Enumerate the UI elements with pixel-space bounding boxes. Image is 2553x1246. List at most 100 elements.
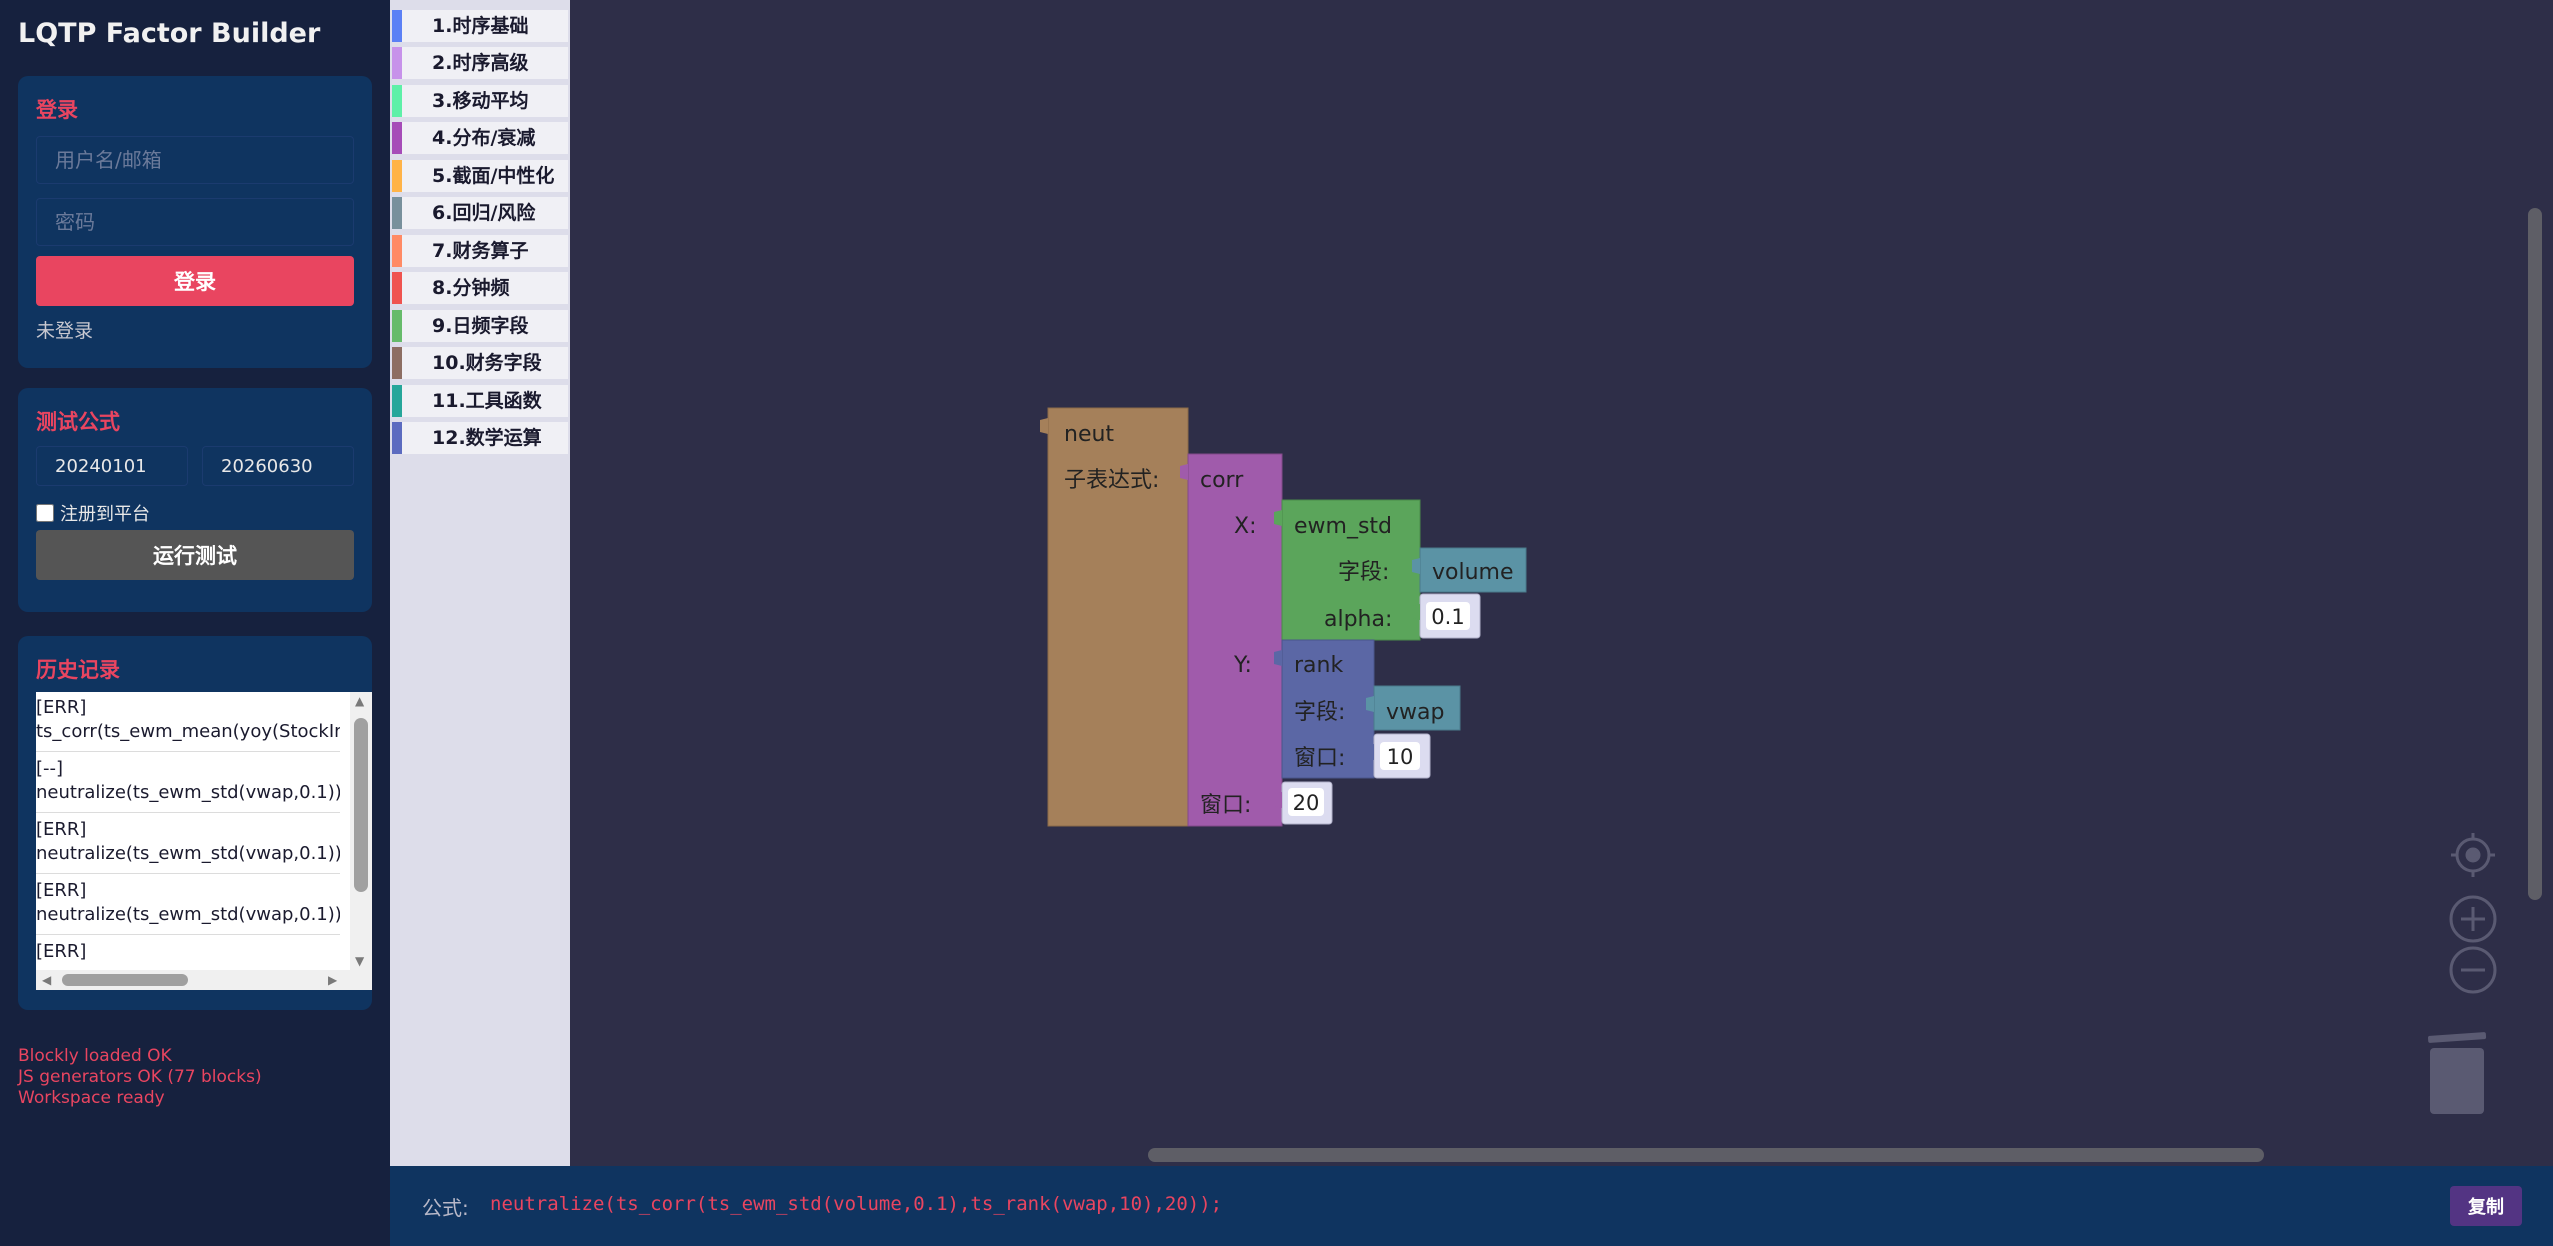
category-label: 12.数学运算 <box>432 427 542 449</box>
toolbox-category[interactable]: 2.时序高级 <box>392 47 568 79</box>
history-formula: ts_corr(ts_ewm_mean(yoy(StockIncomeState… <box>36 721 340 742</box>
neut-block[interactable]: neut 子表达式: <box>1040 407 1189 827</box>
ewm-std-alpha-label: alpha: <box>1324 607 1392 632</box>
history-item[interactable]: [ERR] neutralize(ts_ewm_std(vwap,0.1)); <box>36 875 340 935</box>
start-date-input[interactable] <box>36 446 188 486</box>
scroll-up-icon[interactable]: ▲ <box>355 694 364 708</box>
history-panel: 历史记录 [ERR] ts_corr(ts_ewm_mean(yoy(Stock… <box>18 636 372 1010</box>
app-title: LQTP Factor Builder <box>18 18 321 49</box>
history-item[interactable]: [ERR] ts_corr(ts_ewm_mean(yoy(StockIncom… <box>36 692 340 752</box>
category-label: 4.分布/衰减 <box>432 127 536 149</box>
test-panel: 测试公式 注册到平台 运行测试 <box>18 388 372 612</box>
end-date-input[interactable] <box>202 446 354 486</box>
trash-icon[interactable] <box>2427 1032 2487 1114</box>
scroll-left-icon[interactable]: ◀ <box>42 973 51 987</box>
history-horizontal-scrollbar[interactable]: ◀ ▶ <box>36 970 372 990</box>
history-formula: neutralize(ts_ewm_std(vwap,0.1)); <box>36 904 340 925</box>
history-title: 历史记录 <box>36 658 120 682</box>
ewm-std-alpha-value: 0.1 <box>1431 605 1464 629</box>
formula-output: neutralize(ts_corr(ts_ewm_std(volume,0.1… <box>490 1193 1223 1215</box>
toolbox-category[interactable]: 7.财务算子 <box>392 235 568 267</box>
toolbox-category[interactable]: 8.分钟频 <box>392 272 568 304</box>
history-status: [ERR] <box>36 880 87 901</box>
rank-window-value: 10 <box>1387 745 1414 769</box>
workspace-vertical-scrollbar[interactable] <box>2528 208 2542 900</box>
test-title: 测试公式 <box>36 410 120 434</box>
toolbox-category[interactable]: 10.财务字段 <box>392 347 568 379</box>
zoom-out-icon[interactable] <box>2449 946 2497 994</box>
rank-block[interactable]: rank 字段: 窗口: vwap 10 <box>1274 639 1461 779</box>
category-label: 3.移动平均 <box>432 90 529 112</box>
category-color-strip <box>392 85 402 117</box>
toolbox-category[interactable]: 11.工具函数 <box>392 385 568 417</box>
recenter-icon[interactable] <box>2451 833 2495 877</box>
toolbox-category[interactable]: 9.日频字段 <box>392 310 568 342</box>
sidebar: LQTP Factor Builder 登录 登录 未登录 测试公式 注册到平台… <box>0 0 390 1246</box>
history-status: [ERR] <box>36 697 87 718</box>
category-label: 2.时序高级 <box>432 52 529 74</box>
ewm-std-field-label: 字段: <box>1338 560 1389 585</box>
formula-label: 公式: <box>422 1196 469 1220</box>
rank-window-connector <box>1366 744 1374 760</box>
rank-field-label: 字段: <box>1294 700 1345 725</box>
category-label: 6.回归/风险 <box>432 202 536 224</box>
corr-block-name: corr <box>1200 468 1244 493</box>
corr-output-connector <box>1180 464 1188 480</box>
toolbox: 1.时序基础 2.时序高级 3.移动平均 4.分布/衰减 5.截面/中性化 6.… <box>390 0 570 1166</box>
corr-block-body[interactable] <box>1187 453 1283 827</box>
run-test-button[interactable]: 运行测试 <box>36 530 354 580</box>
category-color-strip <box>392 235 402 267</box>
login-title: 登录 <box>36 98 78 122</box>
ewm-std-field-connector <box>1412 558 1420 574</box>
history-item[interactable]: [--] neutralize(ts_ewm_std(vwap,0.1)) <box>36 753 340 813</box>
rank-window-label: 窗口: <box>1294 746 1345 771</box>
history-horizontal-scroll-thumb[interactable] <box>62 974 188 986</box>
corr-y-label: Y: <box>1233 653 1252 678</box>
toolbox-category[interactable]: 6.回归/风险 <box>392 197 568 229</box>
toolbox-category[interactable]: 1.时序基础 <box>392 10 568 42</box>
rank-field-connector <box>1366 696 1374 712</box>
scroll-right-icon[interactable]: ▶ <box>328 973 337 987</box>
ewm-std-block[interactable]: ewm_std 字段: alpha: volume 0.1 <box>1274 499 1527 641</box>
category-label: 5.截面/中性化 <box>432 165 555 187</box>
log-line: Workspace ready <box>18 1088 165 1108</box>
category-label: 7.财务算子 <box>432 240 529 262</box>
toolbox-category[interactable]: 12.数学运算 <box>392 422 568 454</box>
history-formula: neutralize(ts_ewm_std(vwap,0.1)) <box>36 782 340 803</box>
workspace-horizontal-scrollbar[interactable] <box>1148 1148 2264 1162</box>
category-label: 8.分钟频 <box>432 277 510 299</box>
history-vertical-scroll-thumb[interactable] <box>354 718 368 892</box>
rank-output-connector <box>1274 650 1282 666</box>
log-line: JS generators OK (77 blocks) <box>18 1067 262 1087</box>
toolbox-category[interactable]: 5.截面/中性化 <box>392 160 568 192</box>
history-vertical-scrollbar[interactable]: ▲ ▼ <box>350 692 372 972</box>
category-color-strip <box>392 422 402 454</box>
category-color-strip <box>392 47 402 79</box>
log-panel: Blockly loaded OK JS generators OK (77 b… <box>18 1046 262 1109</box>
password-input[interactable] <box>36 198 354 246</box>
ewm-std-block-name: ewm_std <box>1294 514 1392 539</box>
corr-window-label: 窗口: <box>1200 793 1251 818</box>
history-status: [--] <box>36 758 64 779</box>
scroll-down-icon[interactable]: ▼ <box>355 954 364 968</box>
rank-block-name: rank <box>1294 653 1343 678</box>
category-label: 1.时序基础 <box>432 15 529 37</box>
register-checkbox[interactable] <box>36 504 54 522</box>
toolbox-category[interactable]: 3.移动平均 <box>392 85 568 117</box>
history-status: [ERR] <box>36 941 87 962</box>
history-item[interactable]: [ERR] neutralize(ts_ewm_std(vwap,0.1)); <box>36 814 340 874</box>
blockly-workspace[interactable]: neut 子表达式: corr X: Y: 窗口: 20 ewm_std 字段:… <box>570 0 2553 1166</box>
login-button[interactable]: 登录 <box>36 256 354 306</box>
category-color-strip <box>392 272 402 304</box>
ewm-std-alpha-connector <box>1412 604 1420 620</box>
copy-button[interactable]: 复制 <box>2450 1186 2522 1226</box>
neut-input-label: 子表达式: <box>1064 468 1159 493</box>
corr-x-label: X: <box>1234 514 1256 539</box>
block-canvas: neut 子表达式: corr X: Y: 窗口: 20 ewm_std 字段:… <box>1040 407 2497 1114</box>
zoom-in-icon[interactable] <box>2449 895 2497 943</box>
toolbox-category[interactable]: 4.分布/衰减 <box>392 122 568 154</box>
formula-bar: 公式: neutralize(ts_corr(ts_ewm_std(volume… <box>390 1166 2553 1246</box>
log-line: Blockly loaded OK <box>18 1046 172 1066</box>
username-input[interactable] <box>36 136 354 184</box>
history-list[interactable]: [ERR] ts_corr(ts_ewm_mean(yoy(StockIncom… <box>36 692 372 990</box>
